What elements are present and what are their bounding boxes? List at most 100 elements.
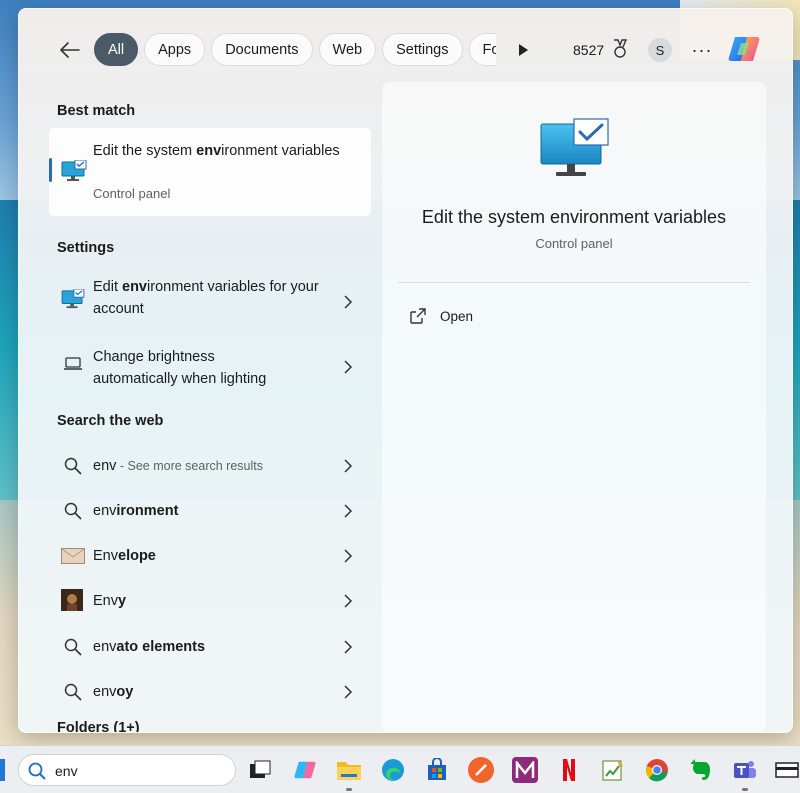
filter-documents[interactable]: Documents — [211, 33, 313, 66]
best-match-title-pre: Edit the system — [93, 143, 197, 159]
play-icon — [519, 44, 528, 56]
filter-apps-label: Apps — [158, 41, 192, 58]
preview-title: Edit the system environment variables — [421, 207, 727, 227]
chrome-icon[interactable] — [644, 757, 670, 783]
settings-result-brightness[interactable]: Change brightness automatically when lig… — [49, 337, 371, 391]
filter-settings[interactable]: Settings — [382, 33, 463, 66]
taskbar-search-input[interactable] — [55, 761, 225, 781]
more-options-button[interactable]: ··· — [691, 39, 713, 61]
web-result-label: envoy — [93, 681, 333, 703]
search-icon — [61, 455, 85, 477]
filter-folders-label: Folders — [482, 41, 497, 58]
running-indicator — [742, 788, 748, 791]
app-orange-icon[interactable] — [468, 757, 494, 783]
filter-apps[interactable]: Apps — [144, 33, 206, 66]
best-match-title: Edit the system environment variables — [93, 140, 353, 162]
open-action-label: Open — [440, 308, 474, 324]
start-button-edge[interactable] — [0, 759, 5, 781]
section-best-match: Best match — [57, 103, 136, 119]
settings-result-label: Edit environment variables for your acco… — [93, 276, 333, 320]
web-result-bold: y — [118, 593, 127, 609]
search-icon — [61, 636, 85, 658]
search-top-bar: All Apps Documents Web Settings Folders … — [19, 9, 792, 89]
envelope-thumbnail-icon — [61, 545, 85, 567]
preview-pane: Edit the system environment variables Co… — [382, 82, 766, 732]
web-result-label: environment — [93, 500, 333, 522]
rewards-points[interactable]: 8527 — [573, 42, 604, 58]
web-result-envy[interactable]: Envy — [49, 581, 371, 621]
best-match-title-bold: env — [196, 143, 222, 159]
settings-result-env-vars[interactable]: Edit environment variables for your acco… — [49, 272, 371, 326]
app-window-icon[interactable] — [774, 757, 800, 783]
chevron-right-icon — [344, 549, 353, 563]
selection-indicator — [49, 158, 52, 182]
system-monitor-large-icon — [540, 118, 609, 176]
web-result-pre: env — [93, 684, 117, 700]
web-result-hint: - See more search results — [116, 459, 263, 473]
results-column: Best match Edit the system environment v… — [19, 89, 381, 733]
web-result-pre: env — [93, 503, 117, 519]
search-icon — [28, 762, 46, 780]
web-result-envoy[interactable]: envoy — [49, 672, 371, 712]
task-view-icon[interactable] — [247, 757, 273, 783]
rewards-medal-icon[interactable] — [611, 39, 629, 59]
back-button[interactable] — [57, 37, 83, 63]
taskbar — [0, 745, 800, 793]
filter-all-label: All — [108, 41, 125, 58]
filter-web[interactable]: Web — [318, 33, 377, 66]
envy-painting-thumbnail-icon — [61, 589, 83, 611]
edge-icon[interactable] — [380, 757, 406, 783]
chevron-right-icon — [344, 504, 353, 518]
section-settings: Settings — [57, 240, 115, 256]
arrow-left-icon — [60, 42, 80, 58]
open-action[interactable]: Open — [410, 304, 473, 328]
web-result-env[interactable]: env - See more search results — [49, 446, 371, 486]
best-match-result[interactable]: Edit the system environment variables Co… — [49, 128, 371, 216]
evernote-icon[interactable] — [688, 757, 714, 783]
running-indicator — [346, 788, 352, 791]
filter-folders[interactable]: Folders — [468, 33, 497, 66]
more-filters-button[interactable] — [514, 39, 532, 61]
preview-divider — [398, 282, 750, 283]
web-result-pre: Env — [93, 548, 118, 564]
open-external-icon — [410, 308, 426, 324]
app-chart-icon[interactable] — [600, 757, 626, 783]
search-icon — [61, 500, 85, 522]
web-result-envato-elements[interactable]: envato elements — [49, 627, 371, 667]
search-icon — [61, 681, 85, 703]
web-result-pre: Env — [93, 593, 118, 609]
web-result-envelope[interactable]: Envelope — [49, 536, 371, 576]
copilot-icon[interactable] — [292, 757, 318, 783]
chevron-right-icon — [344, 594, 353, 608]
netflix-icon[interactable] — [556, 757, 582, 783]
chevron-right-icon — [344, 459, 353, 473]
microsoft-store-icon[interactable] — [424, 757, 450, 783]
web-result-bold: ato elements — [116, 639, 206, 655]
chevron-right-icon — [344, 640, 353, 654]
settings-item-pre: Edit — [93, 279, 123, 295]
system-monitor-icon — [61, 160, 87, 181]
web-result-label: Envelope — [93, 545, 333, 567]
start-search-panel: All Apps Documents Web Settings Folders … — [18, 8, 793, 733]
section-folders: Folders (1+) — [57, 720, 140, 733]
best-match-title-post: ironment variables — [221, 143, 340, 159]
teams-icon[interactable] — [732, 757, 758, 783]
web-result-bold: oy — [116, 684, 134, 700]
taskbar-search-box[interactable] — [18, 754, 236, 786]
brightness-item-pre: Change brightness automatically when lig… — [93, 349, 267, 387]
web-result-environment[interactable]: environment — [49, 491, 371, 531]
file-explorer-icon[interactable] — [336, 757, 362, 783]
account-avatar[interactable]: S — [648, 38, 672, 62]
copilot-icon[interactable] — [727, 33, 761, 65]
filter-chips: All Apps Documents Web Settings Folders — [94, 33, 496, 67]
web-result-label: env - See more search results — [93, 455, 333, 477]
filter-documents-label: Documents — [225, 41, 299, 58]
best-match-subtitle: Control panel — [93, 186, 171, 201]
filter-all[interactable]: All — [94, 33, 139, 66]
web-result-label: envato elements — [93, 636, 333, 658]
web-result-label: Envy — [93, 590, 333, 612]
settings-monitor-icon — [61, 288, 85, 310]
laptop-icon — [61, 353, 85, 375]
app-m-icon[interactable] — [512, 757, 538, 783]
chevron-right-icon — [344, 295, 353, 309]
